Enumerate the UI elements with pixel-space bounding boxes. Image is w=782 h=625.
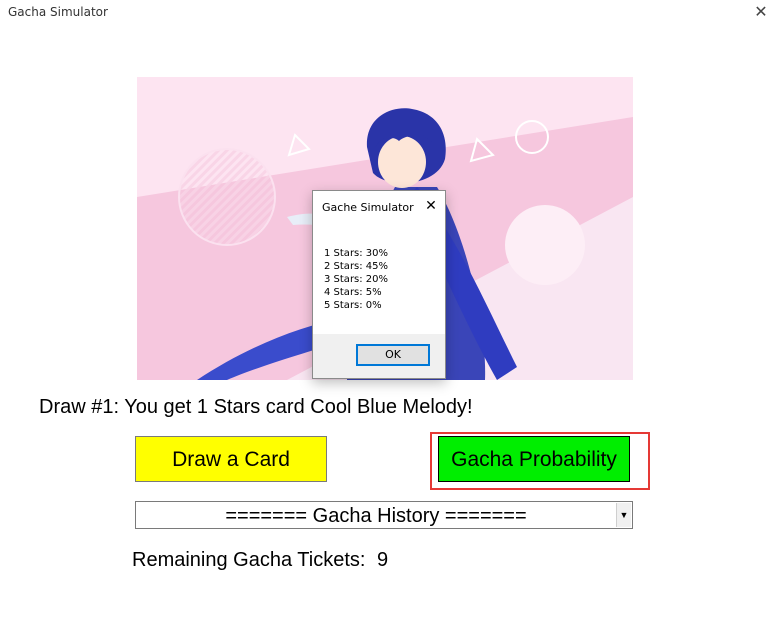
dialog-probability-list: 1 Stars: 30% 2 Stars: 45% 3 Stars: 20% 4… <box>324 247 388 312</box>
probability-line: 4 Stars: 5% <box>324 287 382 298</box>
probability-dialog: Gache Simulator ✕ 1 Stars: 30% 2 Stars: … <box>312 190 446 379</box>
gacha-history-dropdown[interactable]: ======= Gacha History ======= ▼ <box>135 501 633 529</box>
dialog-close-button[interactable]: ✕ <box>421 197 441 215</box>
dialog-title: Gache Simulator <box>322 201 414 214</box>
ok-button[interactable]: OK <box>356 344 430 366</box>
probability-line: 3 Stars: 20% <box>324 274 389 285</box>
dialog-footer: OK <box>313 334 445 378</box>
remaining-tickets: Remaining Gacha Tickets: 9 <box>132 549 388 572</box>
tickets-label: Remaining Gacha Tickets: <box>132 549 366 571</box>
history-selected-value: ======= Gacha History ======= <box>225 505 527 527</box>
dropdown-arrow-icon[interactable]: ▼ <box>616 503 631 527</box>
window-title: Gacha Simulator <box>8 5 108 19</box>
tickets-value: 9 <box>377 549 389 571</box>
probability-line: 1 Stars: 30% <box>324 248 389 259</box>
gacha-probability-button[interactable]: Gacha Probability <box>438 436 630 482</box>
draw-card-button[interactable]: Draw a Card <box>135 436 327 482</box>
probability-line: 5 Stars: 0% <box>324 300 382 311</box>
draw-result-text: Draw #1: You get 1 Stars card Cool Blue … <box>39 396 473 418</box>
probability-line: 2 Stars: 45% <box>324 261 389 272</box>
window-close-button[interactable]: ✕ <box>746 2 776 24</box>
